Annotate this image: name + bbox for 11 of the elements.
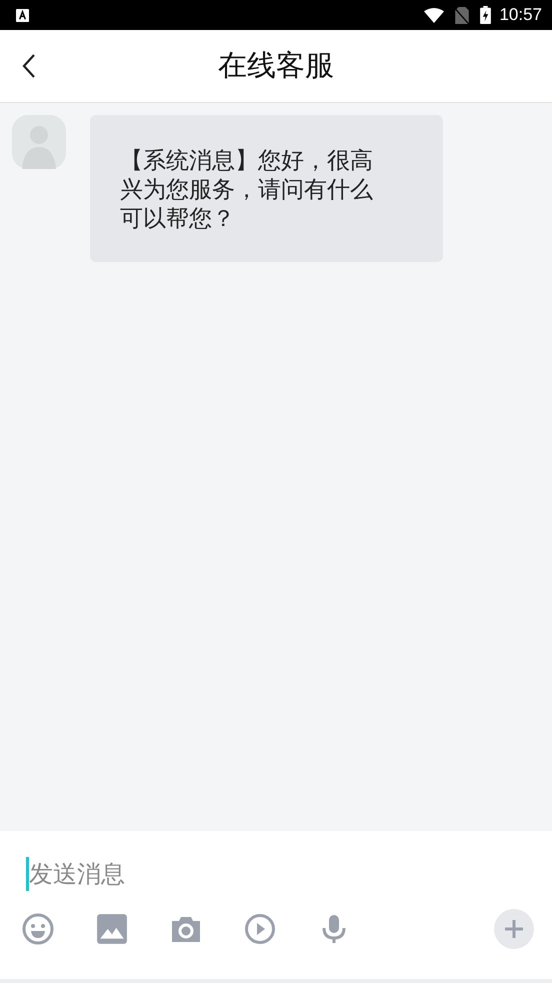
avatar-icon xyxy=(12,115,66,169)
play-icon[interactable] xyxy=(244,913,276,945)
page-title: 在线客服 xyxy=(218,47,334,84)
clock-time: 10:57 xyxy=(499,5,542,25)
add-icon[interactable] xyxy=(494,909,534,949)
battery-charging-icon xyxy=(480,6,492,24)
notification-icon xyxy=(16,8,29,22)
message-bubble: 【系统消息】您好，很高兴为您服务，请问有什么可以帮您？ xyxy=(90,115,443,262)
emoji-icon[interactable] xyxy=(22,913,54,945)
wifi-icon xyxy=(424,6,444,24)
image-icon[interactable] xyxy=(96,913,128,945)
